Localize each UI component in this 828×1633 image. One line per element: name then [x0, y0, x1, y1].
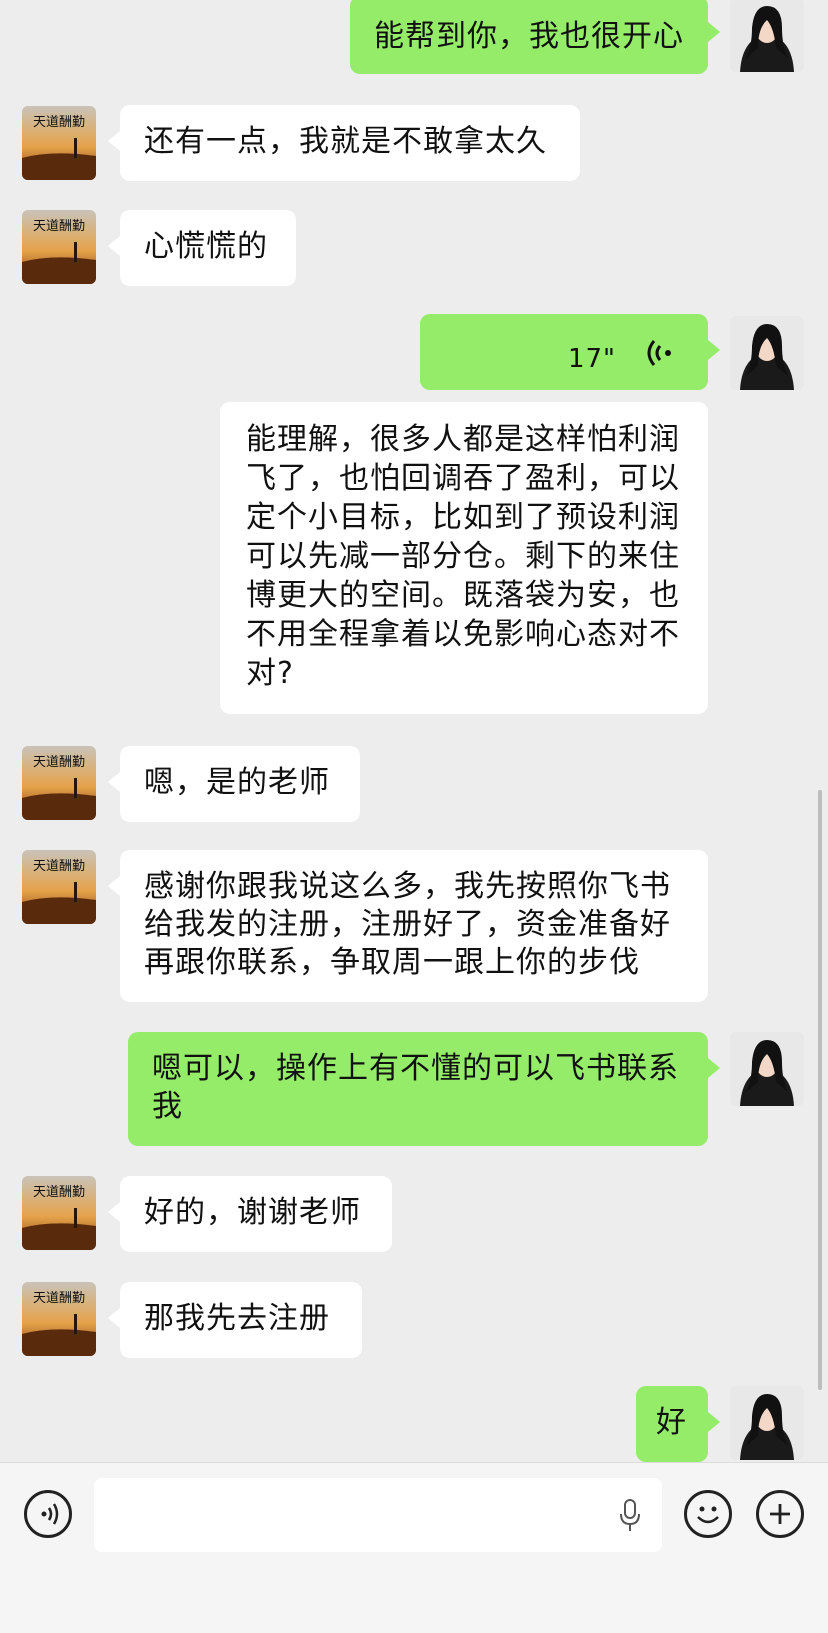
contact-avatar[interactable]: 天道酬勤 [22, 850, 96, 924]
contact-avatar-image: 天道酬勤 [22, 210, 96, 284]
emoji-button[interactable] [684, 1490, 732, 1538]
contact-avatar[interactable]: 天道酬勤 [22, 210, 96, 284]
voice-mode-icon [41, 1503, 59, 1525]
contact-avatar-image: 天道酬勤 [22, 850, 96, 924]
user-avatar[interactable] [730, 1032, 804, 1106]
message-input[interactable] [94, 1478, 662, 1552]
user-avatar[interactable] [730, 316, 804, 390]
message-bubble[interactable]: 那我先去注册 [108, 1282, 362, 1358]
user-avatar-image [730, 316, 804, 390]
contact-avatar-image: 天道酬勤 [22, 106, 96, 180]
microphone-icon[interactable] [618, 1498, 642, 1534]
message-bubble[interactable]: 好 [636, 1386, 720, 1462]
message-bubble[interactable]: 能帮到你，我也很开心 [350, 0, 720, 74]
emoji-icon [697, 1506, 719, 1524]
voice-duration: 17" [567, 344, 616, 374]
svg-text:天道酬勤: 天道酬勤 [33, 755, 85, 770]
more-button[interactable] [756, 1490, 804, 1538]
message-bubble[interactable]: 嗯，是的老师 [108, 746, 360, 822]
voice-mode-button[interactable] [24, 1490, 72, 1538]
contact-avatar-image: 天道酬勤 [22, 1176, 96, 1250]
contact-avatar[interactable]: 天道酬勤 [22, 1176, 96, 1250]
user-avatar-image [730, 1386, 804, 1460]
contact-avatar-image: 天道酬勤 [22, 746, 96, 820]
svg-text:天道酬勤: 天道酬勤 [33, 1291, 85, 1306]
message-bubble[interactable]: 感谢你跟我说这么多，我先按照你飞书给我发的注册，注册好了，资金准备好再跟你联系，… [108, 850, 708, 1002]
plus-icon [770, 1504, 790, 1524]
user-avatar[interactable] [730, 1386, 804, 1460]
svg-text:天道酬勤: 天道酬勤 [33, 219, 85, 234]
svg-text:天道酬勤: 天道酬勤 [33, 115, 85, 130]
contact-avatar[interactable]: 天道酬勤 [22, 106, 96, 180]
message-bubble[interactable]: 能理解，很多人都是这样怕利润飞了，也怕回调吞了盈利，可以定个小目标，比如到了预设… [220, 402, 708, 714]
user-avatar[interactable] [730, 0, 804, 72]
message-bubble[interactable]: 还有一点，我就是不敢拿太久 [108, 105, 580, 181]
contact-avatar-image: 天道酬勤 [22, 1282, 96, 1356]
user-avatar-image [730, 0, 804, 72]
svg-text:天道酬勤: 天道酬勤 [33, 1185, 85, 1200]
message-bubble[interactable]: 好的，谢谢老师 [108, 1176, 392, 1252]
message-bubble[interactable]: 心慌慌的 [108, 210, 296, 286]
svg-text:天道酬勤: 天道酬勤 [33, 859, 85, 874]
message-bubble[interactable]: 嗯可以，操作上有不懂的可以飞书联系我 [128, 1032, 720, 1146]
voice-message-bubble[interactable]: 17" [420, 314, 720, 390]
scrollbar[interactable] [818, 790, 822, 1390]
contact-avatar[interactable]: 天道酬勤 [22, 1282, 96, 1356]
voice-wave-icon [647, 340, 671, 366]
contact-avatar[interactable]: 天道酬勤 [22, 746, 96, 820]
user-avatar-image [730, 1032, 804, 1106]
